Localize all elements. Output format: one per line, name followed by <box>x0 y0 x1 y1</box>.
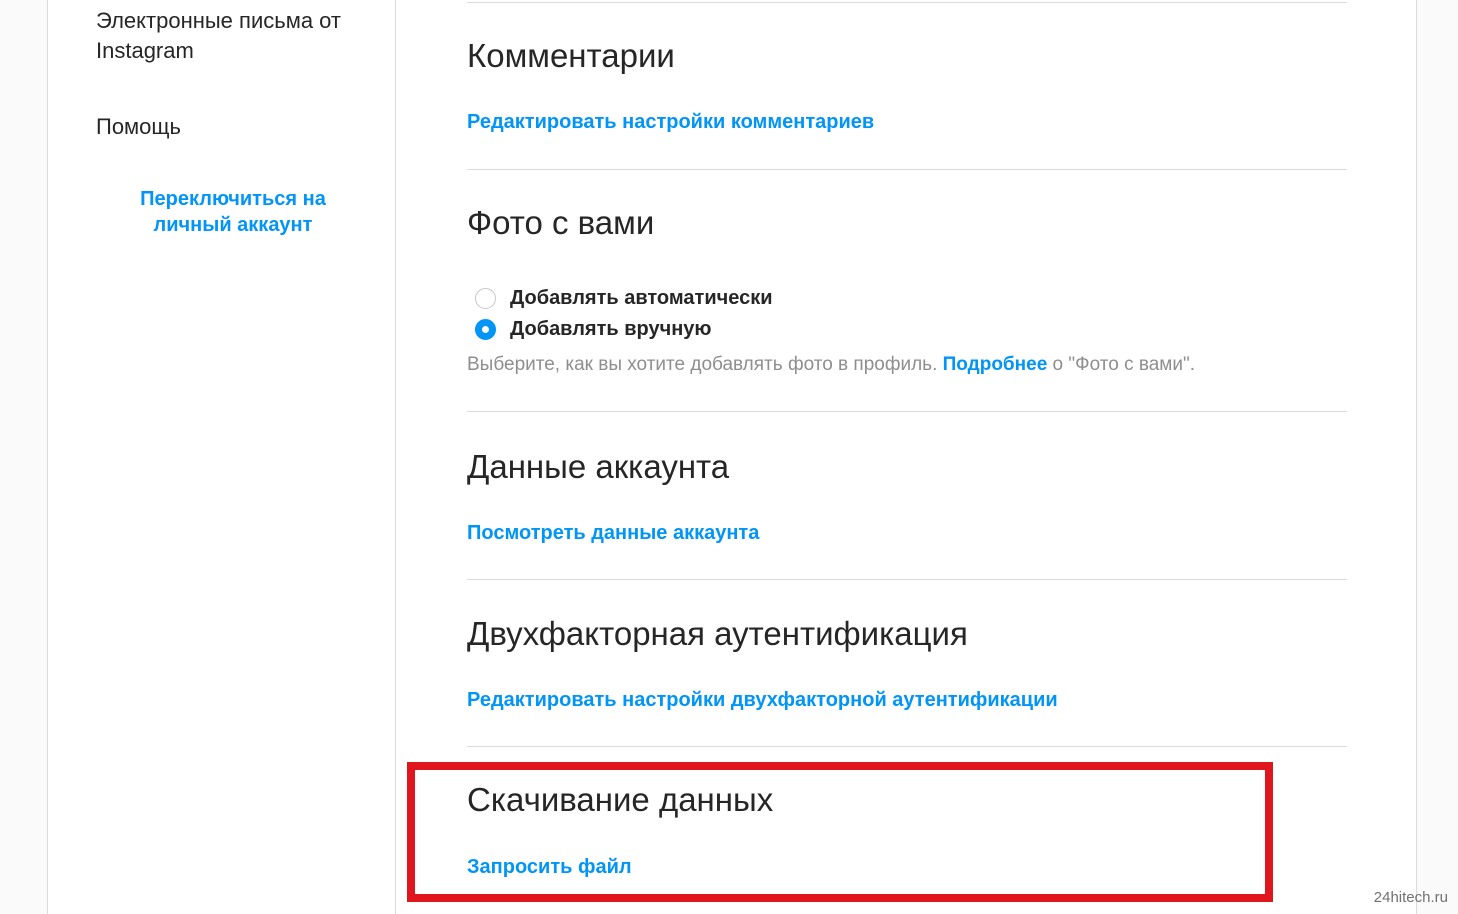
photos-of-you-section-title: Фото с вами <box>467 204 655 241</box>
switch-to-personal-account-link[interactable]: Переключиться на личный аккаунт <box>108 186 358 238</box>
radio-option-add-manually[interactable]: Добавлять вручную <box>475 315 712 343</box>
radio-option-label: Добавлять автоматически <box>510 286 773 309</box>
view-account-data-link[interactable]: Посмотреть данные аккаунта <box>467 520 759 546</box>
help-text-prefix: Выберите, как вы хотите добавлять фото в… <box>467 354 943 375</box>
edit-two-factor-settings-link[interactable]: Редактировать настройки двухфакторной ау… <box>467 687 1058 713</box>
radio-checked-icon[interactable] <box>475 318 496 340</box>
settings-content: Комментарии Редактировать настройки комм… <box>467 0 1347 914</box>
section-divider <box>467 169 1347 170</box>
request-download-link[interactable]: Запросить файл <box>467 854 632 880</box>
settings-panel: Электронные письма от Instagram Помощь П… <box>47 0 1417 914</box>
photos-of-you-help-text: Выберите, как вы хотите добавлять фото в… <box>467 352 1195 378</box>
settings-sidebar: Электронные письма от Instagram Помощь П… <box>48 0 396 914</box>
sidebar-item-help[interactable]: Помощь <box>96 112 386 142</box>
section-divider <box>467 411 1347 412</box>
section-divider <box>467 579 1347 580</box>
account-data-section-title: Данные аккаунта <box>467 448 730 485</box>
data-download-section-title: Скачивание данных <box>467 781 774 818</box>
section-divider <box>467 746 1347 747</box>
radio-unchecked-icon[interactable] <box>475 287 496 309</box>
edit-comment-settings-link[interactable]: Редактировать настройки комментариев <box>467 109 874 135</box>
watermark: 24hitech.ru <box>1373 889 1448 906</box>
section-divider <box>467 2 1347 3</box>
help-text-suffix: о "Фото с вами". <box>1047 354 1196 375</box>
comments-section-title: Комментарии <box>467 37 675 74</box>
sidebar-item-instagram-emails[interactable]: Электронные письма от Instagram <box>96 6 386 66</box>
page: Электронные письма от Instagram Помощь П… <box>0 0 1458 914</box>
two-factor-section-title: Двухфакторная аутентификация <box>467 615 968 652</box>
learn-more-link[interactable]: Подробнее <box>943 354 1048 375</box>
radio-option-add-automatically[interactable]: Добавлять автоматически <box>475 284 773 312</box>
radio-option-label: Добавлять вручную <box>510 317 712 340</box>
